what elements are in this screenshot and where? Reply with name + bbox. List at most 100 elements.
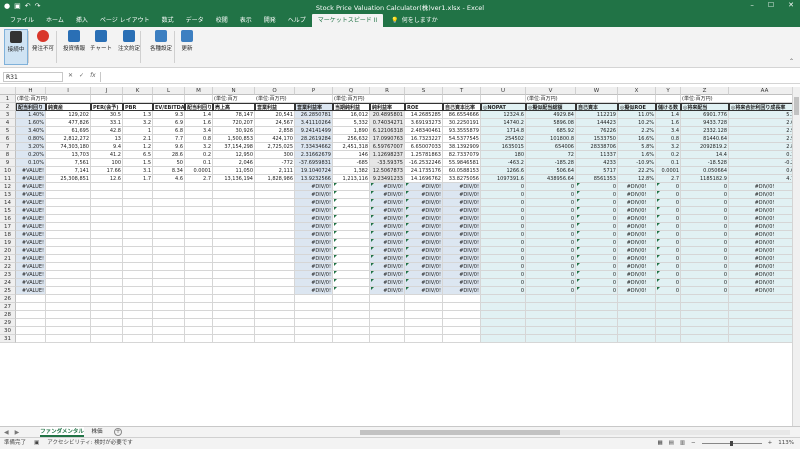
cell-S[interactable]: #DIV/0! <box>405 183 443 191</box>
cell-W[interactable]: 0 <box>576 255 618 263</box>
cell-J[interactable] <box>91 247 123 255</box>
cell-Z[interactable] <box>681 319 729 327</box>
cell-Q[interactable] <box>333 207 370 215</box>
cell-Q[interactable] <box>333 327 370 335</box>
cell-M[interactable]: 0.1 <box>185 159 213 167</box>
formula-input[interactable] <box>100 72 796 82</box>
cell-M[interactable] <box>185 263 213 271</box>
cell-R[interactable]: #DIV/0! <box>370 287 405 295</box>
cell-X[interactable]: #DIV/0! <box>618 255 656 263</box>
row-header[interactable]: 7 <box>0 143 16 151</box>
sheet-tab-0[interactable]: ファンダメンタル <box>40 427 84 437</box>
cell-L[interactable] <box>153 231 185 239</box>
cell-I[interactable]: 7,561 <box>46 159 91 167</box>
cell-U[interactable]: ◎NOPAT <box>481 103 526 111</box>
row-header[interactable]: 14 <box>0 199 16 207</box>
cell-L[interactable] <box>153 279 185 287</box>
cell-N[interactable] <box>213 215 255 223</box>
cell-N[interactable]: 37,154,298 <box>213 143 255 151</box>
cell-V[interactable]: 72 <box>526 151 576 159</box>
cell-Y[interactable]: 0.0001 <box>656 167 681 175</box>
cell-V[interactable]: 0 <box>526 191 576 199</box>
cell-U[interactable]: 254502 <box>481 135 526 143</box>
cell-X[interactable] <box>618 303 656 311</box>
error-indicator-icon[interactable] <box>577 263 580 266</box>
cell-I[interactable] <box>46 311 91 319</box>
cell-J[interactable] <box>91 303 123 311</box>
cell-R[interactable]: #DIV/0! <box>370 271 405 279</box>
cell-M[interactable] <box>185 207 213 215</box>
hscroll-thumb[interactable] <box>360 430 560 435</box>
cell-J[interactable]: 41.2 <box>91 151 123 159</box>
cell-Y[interactable] <box>656 311 681 319</box>
cell-O[interactable] <box>255 199 295 207</box>
cell-Q[interactable] <box>333 335 370 343</box>
cell-L[interactable] <box>153 295 185 303</box>
cell-V[interactable]: 654006 <box>526 143 576 151</box>
cell-W[interactable] <box>576 95 618 103</box>
cell-I[interactable] <box>46 279 91 287</box>
cell-O[interactable]: 424,170 <box>255 135 295 143</box>
cell-X[interactable]: #DIV/0! <box>618 207 656 215</box>
cell-R[interactable] <box>370 95 405 103</box>
cell-M[interactable]: 1.6 <box>185 119 213 127</box>
cell-I[interactable] <box>46 287 91 295</box>
cell-O[interactable] <box>255 303 295 311</box>
column-header[interactable]: U <box>481 87 526 95</box>
cell-W[interactable]: 0 <box>576 239 618 247</box>
cell-AA[interactable] <box>729 311 792 319</box>
cell-T[interactable]: 自己資本比率 <box>443 103 481 111</box>
cell-S[interactable]: ROE <box>405 103 443 111</box>
cell-R[interactable]: 17.0990763 <box>370 135 405 143</box>
cell-P[interactable]: #DIV/0! <box>295 239 333 247</box>
cell-S[interactable]: -16.2532246 <box>405 159 443 167</box>
cell-J[interactable] <box>91 263 123 271</box>
cell-K[interactable]: 2.1 <box>123 135 153 143</box>
cell-P[interactable] <box>295 327 333 335</box>
row-header[interactable]: 3 <box>0 111 16 119</box>
cell-O[interactable]: 300 <box>255 151 295 159</box>
cell-L[interactable] <box>153 335 185 343</box>
cell-K[interactable] <box>123 247 153 255</box>
cell-P[interactable]: #DIV/0! <box>295 215 333 223</box>
cell-N[interactable] <box>213 247 255 255</box>
row-header[interactable]: 13 <box>0 191 16 199</box>
cell-L[interactable]: 9.3 <box>153 111 185 119</box>
cell-H[interactable]: #VALUE! <box>16 207 46 215</box>
cell-Z[interactable] <box>681 303 729 311</box>
cell-H[interactable] <box>16 311 46 319</box>
cell-T[interactable]: #DIV/0! <box>443 215 481 223</box>
cell-U[interactable] <box>481 295 526 303</box>
cell-M[interactable] <box>185 183 213 191</box>
cell-S[interactable]: #DIV/0! <box>405 279 443 287</box>
cell-I[interactable] <box>46 199 91 207</box>
cell-P[interactable]: #DIV/0! <box>295 199 333 207</box>
cell-S[interactable]: #DIV/0! <box>405 223 443 231</box>
cell-O[interactable] <box>255 279 295 287</box>
cell-O[interactable] <box>255 319 295 327</box>
error-indicator-icon[interactable] <box>406 231 409 234</box>
column-header[interactable]: N <box>213 87 255 95</box>
column-header[interactable]: L <box>153 87 185 95</box>
cell-W[interactable] <box>576 335 618 343</box>
cell-T[interactable]: 86.6554666 <box>443 111 481 119</box>
cell-M[interactable]: 3.4 <box>185 127 213 135</box>
cell-I[interactable] <box>46 215 91 223</box>
error-indicator-icon[interactable] <box>657 231 660 234</box>
cell-H[interactable]: #VALUE! <box>16 239 46 247</box>
cell-K[interactable] <box>123 207 153 215</box>
cell-J[interactable] <box>91 223 123 231</box>
cell-Y[interactable]: 0.1 <box>656 159 681 167</box>
cell-N[interactable]: 12,950 <box>213 151 255 159</box>
cell-R[interactable]: #DIV/0! <box>370 239 405 247</box>
cell-M[interactable] <box>185 215 213 223</box>
cell-O[interactable]: 20,541 <box>255 111 295 119</box>
cell-Q[interactable] <box>333 319 370 327</box>
cell-Q[interactable] <box>333 279 370 287</box>
cell-S[interactable]: 16.7323227 <box>405 135 443 143</box>
cell-I[interactable] <box>46 207 91 215</box>
cell-M[interactable]: 0.0001 <box>185 167 213 175</box>
cell-K[interactable] <box>123 223 153 231</box>
cell-K[interactable] <box>123 319 153 327</box>
cell-P[interactable]: 13.9232566 <box>295 175 333 183</box>
